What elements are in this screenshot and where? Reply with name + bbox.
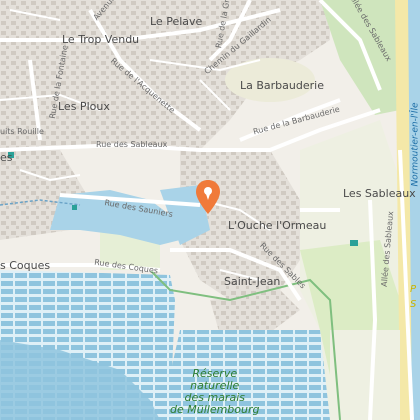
shore-south-east bbox=[330, 330, 400, 420]
map-view[interactable]: Le Pelave Le Trop Vendu Les Ploux La Bar… bbox=[0, 0, 420, 420]
coast-label: Normoutier-en-l'Île bbox=[410, 102, 420, 187]
place-label-les-sableaux: Les Sableaux bbox=[343, 187, 416, 200]
poi-marker bbox=[72, 205, 77, 210]
street-label-puits-rouille: uits Rouille bbox=[0, 127, 44, 136]
place-label-ouche-ormeau: L'Ouche l'Ormeau bbox=[228, 219, 327, 232]
reserve-label: Réserve naturelle des marais de Müllembo… bbox=[170, 367, 260, 417]
street-label-sableaux: Rue des Sableaux bbox=[96, 140, 168, 149]
poi-marker bbox=[350, 240, 358, 246]
beach-label-s: S bbox=[410, 299, 417, 310]
beach-label-p: P bbox=[410, 284, 417, 295]
place-label-es: es bbox=[0, 151, 13, 164]
place-label-les-ploux: Les Ploux bbox=[58, 100, 110, 113]
place-label-la-barbauderie: La Barbauderie bbox=[240, 79, 324, 92]
place-label-les-coques: s Coques bbox=[0, 259, 51, 272]
map-pin-icon[interactable] bbox=[196, 180, 220, 214]
place-label-le-trop-vendu: Le Trop Vendu bbox=[62, 33, 140, 46]
place-label-le-pelave: Le Pelave bbox=[150, 15, 203, 28]
place-label-saint-jean: Saint-Jean bbox=[224, 275, 281, 288]
reserve-line-4: de Müllembourg bbox=[170, 403, 260, 417]
